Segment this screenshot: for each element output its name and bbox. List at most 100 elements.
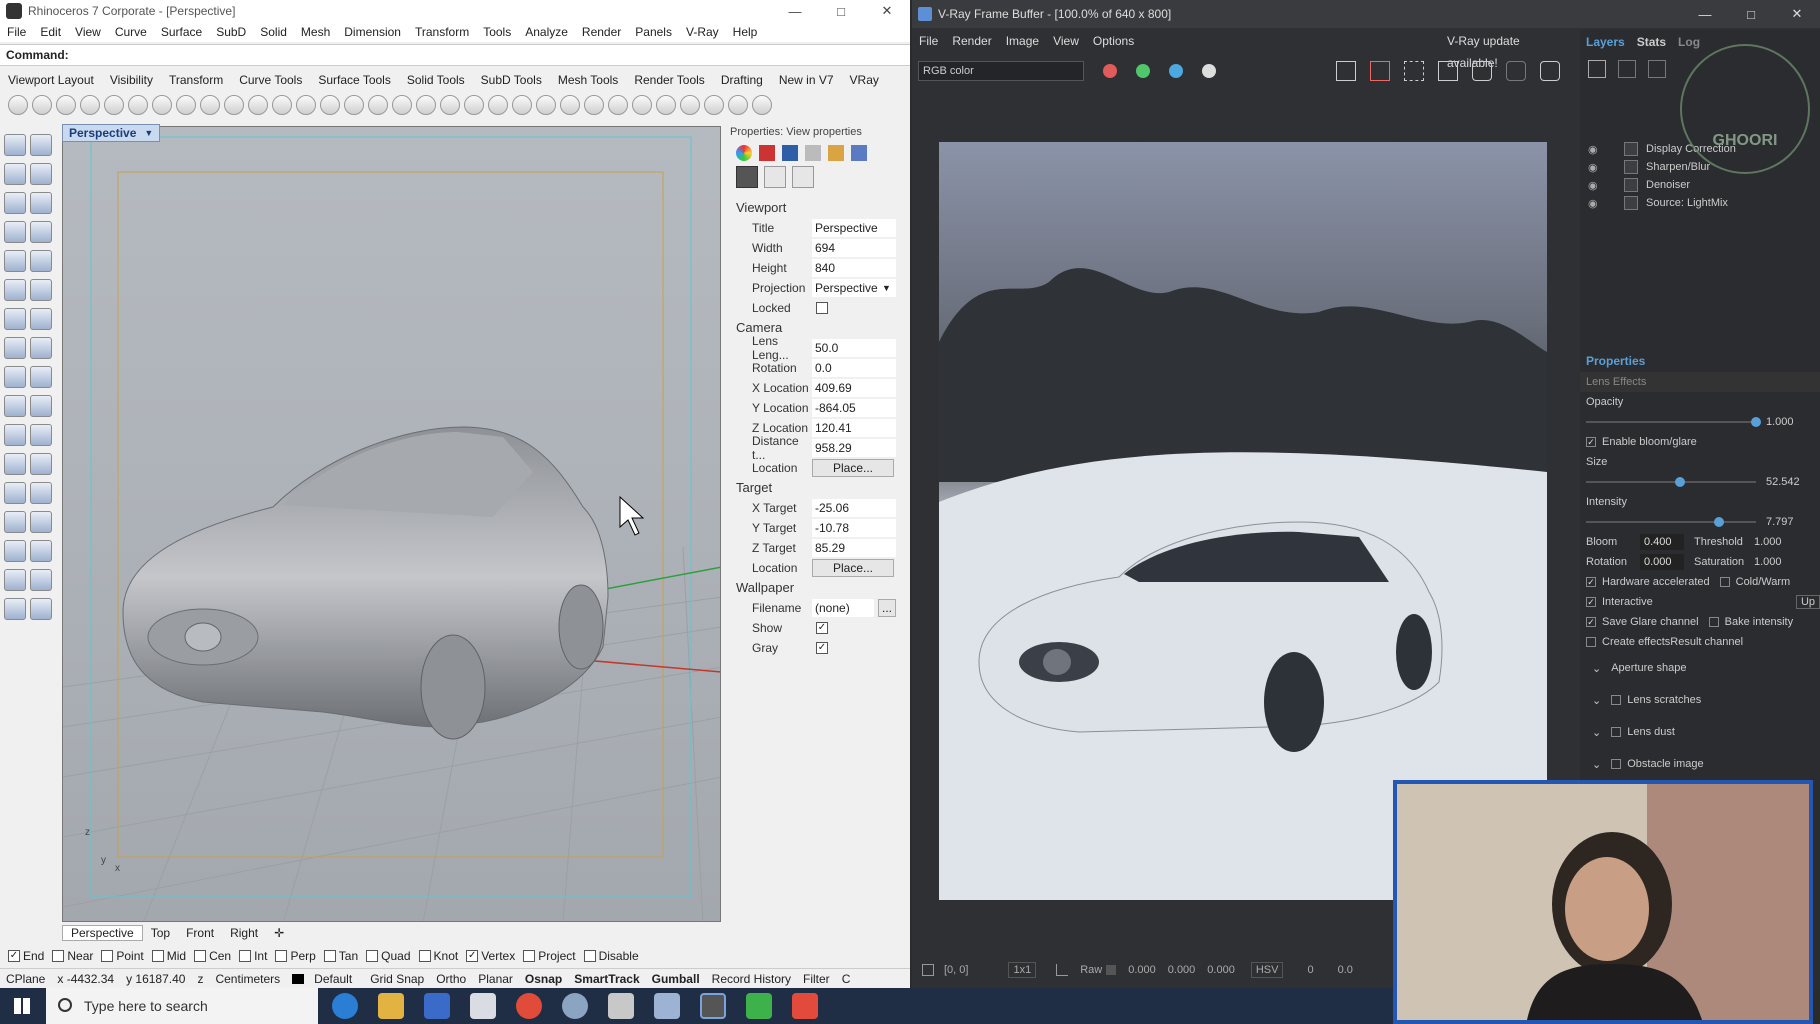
tool-icon[interactable] (224, 95, 244, 115)
tool-icon[interactable] (152, 95, 172, 115)
chevron-down-icon[interactable]: ⌄ (1592, 694, 1601, 707)
split-tool-icon[interactable] (30, 453, 52, 475)
scratches-row[interactable]: ⌄ Lens scratches (1580, 684, 1820, 716)
chevron-down-icon[interactable]: ⌄ (1592, 726, 1601, 739)
bloom-field[interactable]: 0.400 (1640, 534, 1684, 550)
recorder-icon[interactable] (792, 993, 818, 1019)
command-line[interactable]: Command: (0, 44, 910, 66)
tab-mesh-tools[interactable]: Mesh Tools (550, 73, 626, 87)
properties-tab[interactable]: Properties (1580, 350, 1820, 372)
layer-lightmix[interactable]: ◉ Source: LightMix (1580, 194, 1820, 212)
tool-icon[interactable] (200, 95, 220, 115)
osnap-quad-checkbox[interactable] (366, 950, 379, 962)
chevron-down-icon[interactable]: ▼ (882, 283, 891, 293)
save-layers-icon[interactable] (1618, 60, 1636, 78)
osnap-mid[interactable]: Mid (151, 949, 186, 963)
coldwarm-checkbox[interactable] (1719, 577, 1730, 587)
osnap-mid-checkbox[interactable] (151, 950, 164, 962)
minimize-icon[interactable]: — (772, 0, 818, 22)
material-icon[interactable] (759, 145, 775, 161)
analyze-tool-icon[interactable] (4, 569, 26, 591)
menu-curve[interactable]: Curve (108, 25, 154, 39)
tab-log[interactable]: Log (1672, 35, 1706, 49)
polygon-tool-icon[interactable] (4, 221, 26, 243)
delete-layer-icon[interactable] (1648, 60, 1666, 78)
menu-help[interactable]: Help (726, 25, 765, 39)
annotation-tool-icon[interactable] (30, 395, 52, 417)
dimension-tool-icon[interactable] (4, 395, 26, 417)
close-icon[interactable]: ✕ (1774, 3, 1820, 25)
target-place-button[interactable]: Place... (812, 559, 894, 577)
tool-icon[interactable] (368, 95, 388, 115)
status-overflow[interactable]: C (836, 972, 857, 986)
chrome-icon[interactable] (516, 993, 542, 1019)
render-icon[interactable] (782, 145, 798, 161)
cplane-label[interactable]: CPlane (0, 972, 51, 986)
tab-perspective[interactable]: Perspective (62, 925, 143, 941)
material-tool-icon[interactable] (4, 424, 26, 446)
osnap-tan[interactable]: Tan (323, 949, 358, 963)
aperture-row[interactable]: ⌄ Aperture shape (1580, 652, 1820, 684)
frame-icon[interactable] (792, 166, 814, 188)
add-viewport-icon[interactable]: ✛ (266, 926, 292, 940)
opacity-value[interactable]: 1.000 (1766, 416, 1794, 428)
color-wheel-icon[interactable] (736, 145, 752, 161)
viewport-title-tab[interactable]: Perspective ▼ (62, 124, 161, 142)
bloom-checkbox[interactable]: ✓ (1586, 437, 1596, 447)
lock-icon[interactable] (922, 964, 934, 976)
tool-icon[interactable] (560, 95, 580, 115)
tool-icon[interactable] (176, 95, 196, 115)
save-glare-checkbox[interactable]: ✓ (1586, 617, 1596, 627)
add-layer-icon[interactable] (1588, 60, 1606, 78)
osnap-cen-checkbox[interactable] (194, 950, 207, 962)
taskbar-search-input[interactable]: Type here to search (46, 988, 318, 1024)
osnap-int[interactable]: Int (239, 949, 267, 963)
menu-render[interactable]: Render (575, 25, 628, 39)
menu-panels[interactable]: Panels (628, 25, 679, 39)
loft-tool-icon[interactable] (30, 279, 52, 301)
polyline-tool-icon[interactable] (4, 163, 26, 185)
tool-icon[interactable] (512, 95, 532, 115)
opacity-slider[interactable] (1586, 417, 1761, 427)
tab-vray[interactable]: VRay (842, 73, 887, 87)
update-button[interactable]: Up (1795, 595, 1820, 609)
tool-icon[interactable] (536, 95, 556, 115)
size-slider[interactable] (1586, 477, 1756, 487)
height-field[interactable]: 840 (812, 259, 896, 277)
ortho-toggle[interactable]: Ortho (430, 972, 472, 986)
tool-icon[interactable] (344, 95, 364, 115)
alpha-channel-icon[interactable] (1202, 64, 1216, 78)
dust-checkbox[interactable] (1611, 727, 1622, 737)
tab-render-tools[interactable]: Render Tools (626, 73, 713, 87)
bake-checkbox[interactable] (1708, 617, 1719, 627)
edge-icon[interactable] (332, 993, 358, 1019)
tool-icon[interactable] (680, 95, 700, 115)
vray-menu-image[interactable]: Image (999, 34, 1046, 48)
pencil-icon[interactable] (805, 145, 821, 161)
tool-icon[interactable] (656, 95, 676, 115)
curve-tool-icon[interactable] (30, 163, 52, 185)
tool-icon[interactable] (272, 95, 292, 115)
menu-vray[interactable]: V-Ray (679, 25, 726, 39)
distance-field[interactable]: 958.29 (812, 439, 896, 457)
box-tool-icon[interactable] (4, 308, 26, 330)
store-icon[interactable] (424, 993, 450, 1019)
zoom-select[interactable]: 1x1 (1008, 962, 1037, 978)
circle-tool-icon[interactable] (4, 192, 26, 214)
dust-row[interactable]: ⌄ Lens dust (1580, 716, 1820, 748)
maximize-icon[interactable]: □ (1728, 3, 1774, 25)
z-location-field[interactable]: 120.41 (812, 419, 896, 437)
y-location-field[interactable]: -864.05 (812, 399, 896, 417)
mesh-tool-icon[interactable] (30, 337, 52, 359)
z-target-field[interactable]: 85.29 (812, 539, 896, 557)
planar-toggle[interactable]: Planar (472, 972, 519, 986)
extrude-tool-icon[interactable] (4, 337, 26, 359)
menu-transform[interactable]: Transform (408, 25, 476, 39)
render-tool-icon[interactable] (30, 366, 52, 388)
interactive-render-icon[interactable] (1472, 61, 1492, 81)
tab-front[interactable]: Front (178, 926, 222, 940)
light-tool-icon[interactable] (4, 366, 26, 388)
mail-icon[interactable] (470, 993, 496, 1019)
tool-icon[interactable] (56, 95, 76, 115)
tool-icon[interactable] (464, 95, 484, 115)
